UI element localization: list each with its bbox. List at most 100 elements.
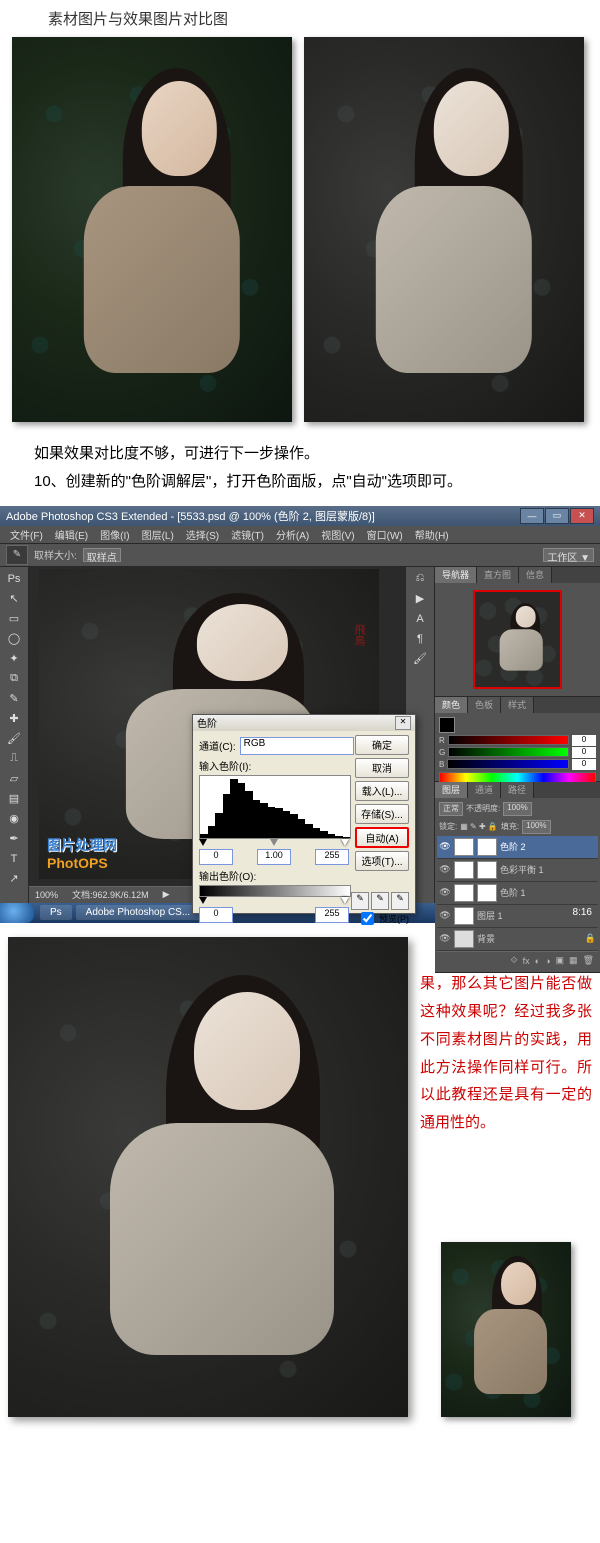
layer-row-background[interactable]: 👁 背景 🔒 <box>437 928 598 951</box>
output-sliders[interactable] <box>199 897 349 904</box>
trash-icon[interactable]: 🗑 <box>583 955 594 966</box>
menu-window[interactable]: 窗口(W) <box>361 526 409 543</box>
output-gradient[interactable] <box>199 885 351 897</box>
brush-tool-icon[interactable]: 🖌 <box>0 729 28 749</box>
wand-tool-icon[interactable]: ✦ <box>0 649 28 669</box>
layer-row-levels2[interactable]: 👁 色阶 2 <box>437 836 598 859</box>
g-value[interactable]: 0 <box>572 747 596 758</box>
tab-info[interactable]: 信息 <box>519 567 552 583</box>
opacity-value[interactable]: 100% <box>503 802 531 816</box>
brushes-palette-icon[interactable]: 🖌 <box>406 649 434 669</box>
char-palette-icon[interactable]: A <box>406 609 434 629</box>
eyedropper-tool-icon[interactable]: ✎ <box>0 689 28 709</box>
white-eyedropper-icon[interactable]: ✎ <box>391 892 409 910</box>
eyedropper-options-icon[interactable]: ✎ <box>6 545 28 565</box>
ps-taskbar-item[interactable]: Ps <box>40 905 72 920</box>
tab-histogram[interactable]: 直方图 <box>477 567 519 583</box>
adjustment-icon[interactable]: ◑ <box>545 956 550 966</box>
heal-tool-icon[interactable]: ✚ <box>0 709 28 729</box>
input-sliders[interactable] <box>199 839 349 846</box>
layer-row-colorbalance[interactable]: 👁 色彩平衡 1 <box>437 859 598 882</box>
output-black[interactable]: 0 <box>199 907 233 923</box>
actions-palette-icon[interactable]: ▶ <box>406 589 434 609</box>
fill-value[interactable]: 100% <box>522 820 550 834</box>
crop-tool-icon[interactable]: ⧉ <box>0 669 28 689</box>
navigator-thumb[interactable] <box>473 590 562 689</box>
start-button[interactable] <box>0 903 34 923</box>
tab-paths[interactable]: 路径 <box>501 782 534 798</box>
tab-navigator[interactable]: 导航器 <box>435 567 477 583</box>
visibility-icon[interactable]: 👁 <box>439 864 451 875</box>
lock-icons[interactable]: ▦ ✎ ✚ 🔒 <box>460 822 498 831</box>
load-button[interactable]: 载入(L)... <box>355 781 409 801</box>
tab-channels[interactable]: 通道 <box>468 782 501 798</box>
input-black[interactable]: 0 <box>199 849 233 865</box>
close-button[interactable]: ✕ <box>570 508 594 524</box>
menu-image[interactable]: 图像(I) <box>94 526 135 543</box>
menu-select[interactable]: 选择(S) <box>180 526 225 543</box>
menu-layer[interactable]: 图层(L) <box>136 526 180 543</box>
menu-file[interactable]: 文件(F) <box>4 526 49 543</box>
visibility-icon[interactable]: 👁 <box>439 887 451 898</box>
tab-layers[interactable]: 图层 <box>435 782 468 798</box>
sample-size-dropdown[interactable]: 取样点 <box>83 548 121 562</box>
b-value[interactable]: 0 <box>572 759 596 770</box>
auto-button[interactable]: 自动(A) <box>355 827 409 848</box>
menu-help[interactable]: 帮助(H) <box>409 526 455 543</box>
ok-button[interactable]: 确定 <box>355 735 409 755</box>
output-white[interactable]: 255 <box>315 907 349 923</box>
fg-swatch[interactable] <box>439 717 455 733</box>
blur-tool-icon[interactable]: ◉ <box>0 809 28 829</box>
preview-checkbox[interactable] <box>361 912 374 925</box>
stamp-tool-icon[interactable]: ⎍ <box>0 749 28 769</box>
tray-clock[interactable]: 8:16 <box>565 907 600 918</box>
workspace-dropdown[interactable]: 工作区 ▼ <box>543 548 594 562</box>
visibility-icon[interactable]: 👁 <box>439 933 451 944</box>
r-value[interactable]: 0 <box>572 735 596 746</box>
link-icon[interactable]: ⟐ <box>511 955 518 966</box>
r-slider[interactable] <box>448 735 569 745</box>
minimize-button[interactable]: — <box>520 508 544 524</box>
marquee-tool-icon[interactable]: ▭ <box>0 609 28 629</box>
blend-mode-dropdown[interactable]: 正常 <box>439 802 463 816</box>
tab-swatches[interactable]: 色板 <box>468 697 501 713</box>
options-button[interactable]: 选项(T)... <box>355 851 409 871</box>
eraser-tool-icon[interactable]: ▱ <box>0 769 28 789</box>
g-slider[interactable] <box>448 747 569 757</box>
para-palette-icon[interactable]: ¶ <box>406 629 434 649</box>
ps-logo-icon[interactable]: Ps <box>0 569 28 589</box>
menu-analysis[interactable]: 分析(A) <box>270 526 315 543</box>
maximize-button[interactable]: ▭ <box>545 508 569 524</box>
channel-dropdown[interactable]: RGB <box>240 737 354 755</box>
type-tool-icon[interactable]: T <box>0 849 28 869</box>
save-button[interactable]: 存储(S)... <box>355 804 409 824</box>
lasso-tool-icon[interactable]: ◯ <box>0 629 28 649</box>
cancel-button[interactable]: 取消 <box>355 758 409 778</box>
layer-row-levels1[interactable]: 👁 色阶 1 <box>437 882 598 905</box>
input-white[interactable]: 255 <box>315 849 349 865</box>
fx-icon[interactable]: fx <box>523 956 530 966</box>
new-layer-icon[interactable]: ▦ <box>569 955 578 966</box>
dialog-close-icon[interactable]: ✕ <box>395 716 411 730</box>
menu-edit[interactable]: 编辑(E) <box>49 526 94 543</box>
input-gamma[interactable]: 1.00 <box>257 849 291 865</box>
black-eyedropper-icon[interactable]: ✎ <box>351 892 369 910</box>
visibility-icon[interactable]: 👁 <box>439 910 451 921</box>
pen-tool-icon[interactable]: ✒ <box>0 829 28 849</box>
zoom-level[interactable]: 100% <box>35 890 58 900</box>
menu-filter[interactable]: 滤镜(T) <box>225 526 270 543</box>
gradient-tool-icon[interactable]: ▤ <box>0 789 28 809</box>
b-slider[interactable] <box>447 759 569 769</box>
move-tool-icon[interactable]: ↖ <box>0 589 28 609</box>
gray-eyedropper-icon[interactable]: ✎ <box>371 892 389 910</box>
menu-view[interactable]: 视图(V) <box>315 526 360 543</box>
ps-taskbar-label[interactable]: Adobe Photoshop CS... <box>76 905 201 920</box>
folder-icon[interactable]: ▣ <box>556 955 565 966</box>
visibility-icon[interactable]: 👁 <box>439 841 451 852</box>
path-tool-icon[interactable]: ↗ <box>0 869 28 889</box>
lock-label: 锁定: <box>439 821 457 832</box>
history-palette-icon[interactable]: ⎌ <box>406 569 434 589</box>
mask-icon[interactable]: ◐ <box>535 956 540 966</box>
tab-styles[interactable]: 样式 <box>501 697 534 713</box>
tab-color[interactable]: 颜色 <box>435 697 468 713</box>
